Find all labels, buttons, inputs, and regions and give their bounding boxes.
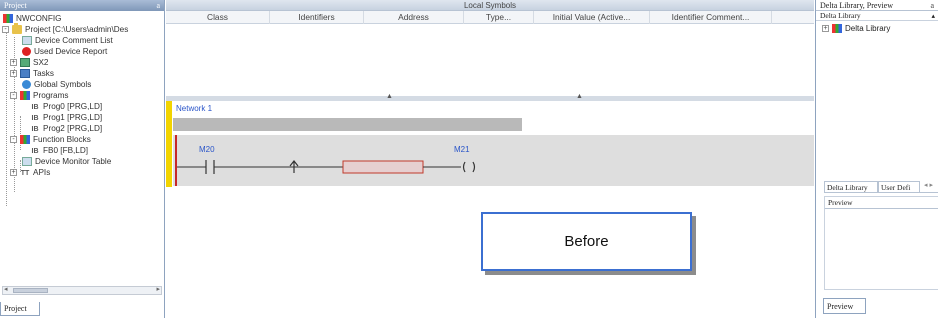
tab-scroll-icon[interactable]: ◂ ▸ bbox=[924, 181, 933, 189]
network-margin-bar bbox=[166, 101, 172, 187]
preview-title: Preview bbox=[825, 197, 938, 209]
tab-delta-library[interactable]: Delta Library bbox=[824, 181, 878, 193]
collapse-icon[interactable]: - bbox=[2, 26, 9, 34]
horizontal-scrollbar[interactable]: ◂ ▸ bbox=[2, 286, 162, 295]
tree-item-device-comment-list[interactable]: Device Comment List bbox=[22, 35, 113, 46]
tasks-icon bbox=[20, 69, 30, 79]
column-header-address[interactable]: Address bbox=[364, 11, 464, 24]
tree-item-prog2[interactable]: IB Prog2 [PRG,LD] bbox=[30, 123, 103, 134]
expand-icon[interactable]: + bbox=[10, 59, 17, 67]
network-icon bbox=[3, 14, 13, 24]
device-icon bbox=[20, 58, 30, 68]
pin-icon[interactable]: a bbox=[156, 0, 160, 11]
ladder-editor[interactable]: Network 1 M20 M21 Before bbox=[166, 101, 814, 317]
collapse-up-icon[interactable]: ▲ bbox=[386, 93, 393, 100]
tab-user-defined[interactable]: User Defi bbox=[878, 181, 920, 193]
programs-icon bbox=[20, 91, 30, 101]
tree-item-global-symbols[interactable]: Global Symbols bbox=[22, 79, 91, 90]
pin-icon[interactable]: a bbox=[930, 0, 934, 11]
column-header-type[interactable]: Type... bbox=[464, 11, 534, 24]
library-icon bbox=[832, 24, 842, 34]
rung-graphics bbox=[177, 160, 476, 174]
expand-icon[interactable]: + bbox=[10, 70, 17, 78]
project-icon bbox=[12, 23, 22, 35]
project-panel: Project a NWCONFIG - Project [C:\Users\ad… bbox=[0, 0, 165, 318]
tree-item-device-monitor-table[interactable]: Device Monitor Table bbox=[22, 156, 111, 167]
project-panel-titlebar: Project a bbox=[0, 0, 164, 11]
column-header-class[interactable]: Class bbox=[166, 11, 270, 24]
collapse-up-icon[interactable]: ▲ bbox=[576, 93, 583, 100]
preview-area: Preview bbox=[824, 196, 938, 290]
globe-icon bbox=[22, 80, 31, 90]
library-tabs: Delta Library User Defi ◂ ▸ bbox=[824, 181, 938, 193]
expand-icon[interactable]: + bbox=[822, 25, 829, 33]
selected-empty-slot bbox=[342, 160, 424, 174]
collapse-up-icon[interactable]: ▴ bbox=[931, 11, 935, 21]
project-tree: NWCONFIG - Project [C:\Users\admin\Des De… bbox=[0, 12, 164, 282]
tree-item-prog0[interactable]: IB Prog0 [PRG,LD] bbox=[30, 101, 103, 112]
local-symbols-header: Class Identifiers Address Type... Initia… bbox=[166, 11, 814, 24]
tree-item-nwconfig[interactable]: NWCONFIG bbox=[3, 13, 61, 24]
scroll-right-icon[interactable]: ▸ bbox=[156, 285, 160, 293]
prg-icon: IB bbox=[31, 115, 39, 123]
tree-item-sx2[interactable]: + SX2 bbox=[10, 57, 48, 68]
before-callout: Before bbox=[481, 212, 692, 271]
expand-icon[interactable]: + bbox=[10, 169, 17, 177]
tree-item-delta-library[interactable]: + Delta Library bbox=[822, 24, 890, 34]
tree-item-fb0[interactable]: IB FB0 [FB,LD] bbox=[30, 145, 89, 156]
tree-item-programs[interactable]: - Programs bbox=[10, 90, 69, 101]
network-comment-bar[interactable] bbox=[173, 118, 522, 131]
local-symbols-panel: Local Symbols Class Identifiers Address … bbox=[166, 0, 814, 98]
tab-preview[interactable]: Preview bbox=[823, 298, 866, 314]
delta-library-titlebar: Delta Library, Preview a bbox=[816, 0, 938, 11]
scrollbar-thumb[interactable] bbox=[13, 288, 48, 293]
tree-item-tasks[interactable]: + Tasks bbox=[10, 68, 54, 79]
collapse-icon[interactable]: - bbox=[10, 136, 17, 144]
collapse-icon[interactable]: - bbox=[10, 92, 17, 100]
report-icon bbox=[22, 47, 31, 57]
tree-item-function-blocks[interactable]: - Function Blocks bbox=[10, 134, 91, 145]
fb-icon: IB bbox=[31, 148, 39, 156]
tree-item-used-device-report[interactable]: Used Device Report bbox=[22, 46, 107, 57]
ladder-rung[interactable]: M20 M21 bbox=[173, 135, 814, 186]
tree-item-apis[interactable]: + TT APIs bbox=[10, 167, 50, 178]
delta-library-subheader: Delta Library ▴ bbox=[816, 11, 938, 21]
delta-library-subtitle: Delta Library bbox=[820, 11, 861, 20]
project-panel-title: Project bbox=[4, 1, 27, 10]
tree-item-prog1[interactable]: IB Prog1 [PRG,LD] bbox=[30, 112, 103, 123]
tree-item-project[interactable]: - Project [C:\Users\admin\Des bbox=[2, 23, 128, 35]
column-header-identifiers[interactable]: Identifiers bbox=[270, 11, 364, 24]
function-blocks-icon bbox=[20, 135, 30, 145]
delta-library-panel: Delta Library, Preview a Delta Library ▴… bbox=[815, 0, 938, 318]
coil-m21-right-arc bbox=[472, 161, 476, 173]
network-label[interactable]: Network 1 bbox=[176, 104, 212, 113]
comment-list-icon bbox=[22, 36, 32, 46]
apis-icon: TT bbox=[20, 170, 30, 178]
scroll-left-icon[interactable]: ◂ bbox=[4, 285, 8, 293]
prg-icon: IB bbox=[31, 104, 39, 112]
local-symbols-title: Local Symbols bbox=[166, 0, 814, 11]
tab-project[interactable]: Project bbox=[0, 302, 40, 316]
monitor-table-icon bbox=[22, 157, 32, 167]
delta-library-panel-title: Delta Library, Preview bbox=[820, 1, 894, 10]
column-header-identifier-comment[interactable]: Identifier Comment... bbox=[650, 11, 772, 24]
column-header-initial-value[interactable]: Initial Value (Active... bbox=[534, 11, 650, 24]
prg-icon: IB bbox=[31, 126, 39, 134]
coil-m21-left-arc bbox=[462, 161, 466, 173]
